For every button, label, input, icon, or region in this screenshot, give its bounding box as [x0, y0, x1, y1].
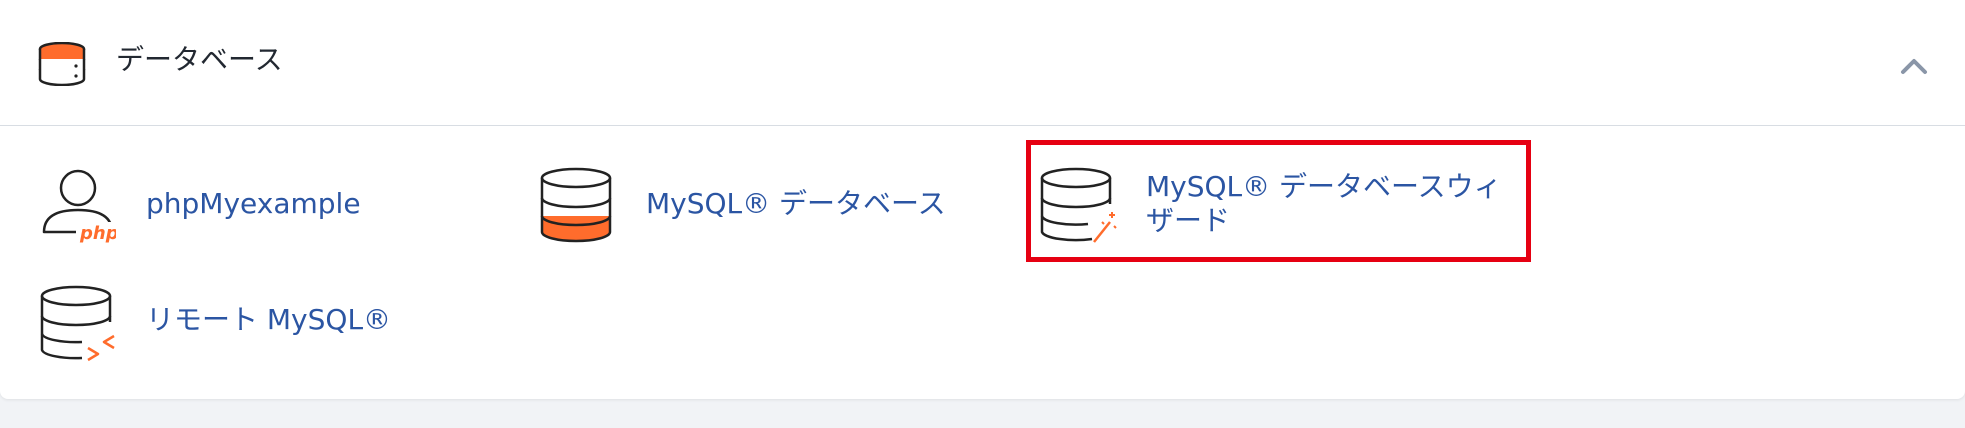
tool-mysql-wizard[interactable]: MySQL® データベースウィザード: [1036, 150, 1526, 254]
tool-label-mysql-wizard: MySQL® データベースウィザード: [1146, 170, 1502, 237]
tool-label-mysql-databases: MySQL® データベース: [646, 187, 946, 220]
database-panel: データベース php phpMyexample MySQL® データベース My…: [0, 0, 1965, 399]
php-user-icon: php: [42, 169, 116, 244]
php-badge: php: [79, 223, 116, 244]
tool-remote-mysql[interactable]: リモート MySQL®: [36, 276, 416, 362]
remote-database-icon: [40, 285, 115, 362]
chevron-up-icon[interactable]: [1896, 50, 1932, 82]
database-stack-icon: [38, 42, 86, 86]
tool-label-phpmyadmin: phpMyexample: [146, 187, 361, 220]
database-wizard-icon: [1040, 167, 1117, 243]
panel-header[interactable]: データベース: [0, 0, 1965, 126]
section-title: データベース: [116, 43, 283, 76]
tool-mysql-databases[interactable]: MySQL® データベース: [536, 160, 976, 244]
tool-label-remote-mysql: リモート MySQL®: [146, 303, 392, 336]
tool-phpmyadmin[interactable]: php phpMyexample: [36, 160, 376, 244]
database-icon: [540, 167, 612, 243]
